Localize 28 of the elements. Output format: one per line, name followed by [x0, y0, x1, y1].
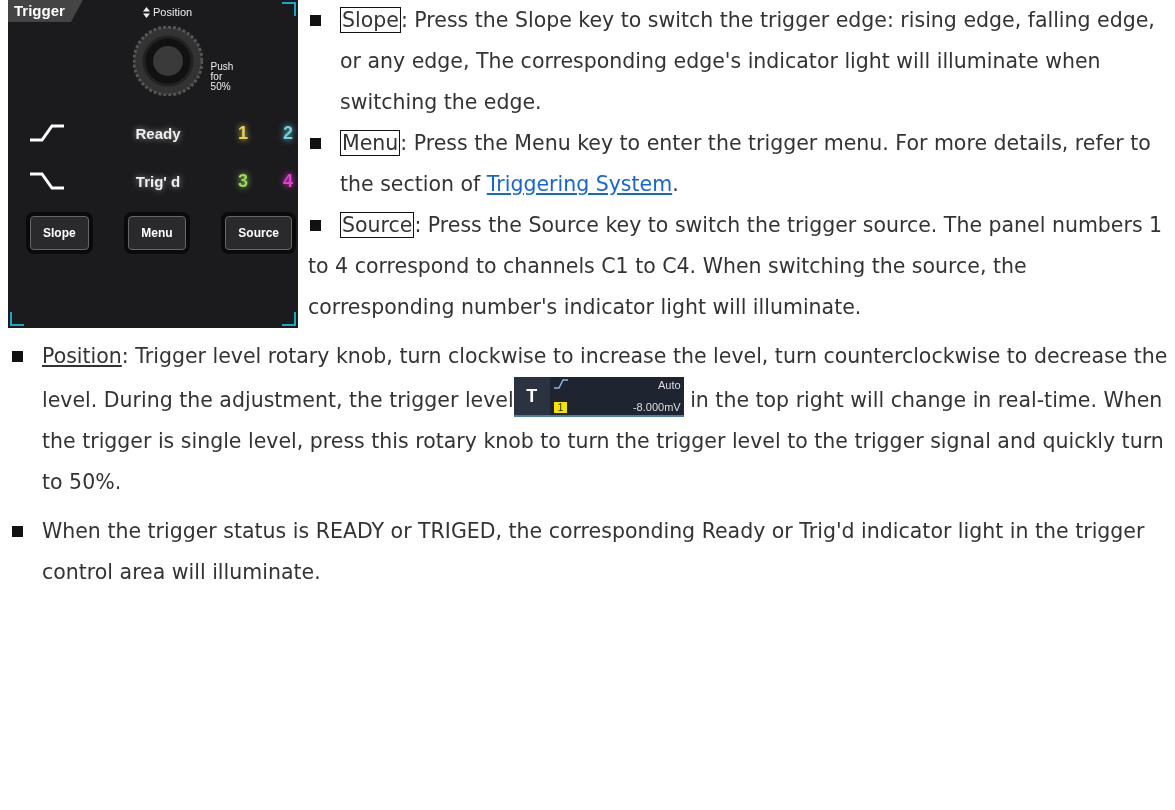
corner-bracket: [10, 312, 24, 326]
knob-label: Position: [153, 6, 193, 18]
push-label: Push for 50%: [210, 62, 234, 94]
channel-number: 4: [282, 170, 294, 192]
panel-title: Trigger: [8, 0, 83, 22]
status-label: Trig' d: [134, 172, 182, 190]
source-badge: 1: [553, 402, 568, 413]
rotary-knob-icon: [132, 26, 203, 96]
section-link[interactable]: Triggering System: [486, 172, 673, 196]
bullet-icon: [310, 138, 321, 149]
paragraph-text: When the trigger status is READY or TRIGED, the corresponding Ready or Trig'd indicator light in the trigger control area will illuminate.: [42, 518, 1146, 586]
channel-number: 2: [282, 122, 294, 144]
status-label: Ready: [134, 124, 182, 142]
corner-bracket: [282, 2, 296, 16]
corner-bracket: [282, 312, 296, 326]
bullet-icon: [12, 526, 23, 537]
bullet-icon: [12, 351, 23, 362]
paragraph-text: Menu: Press the Menu key to enter the trigger menu. For more details, refer to the section of Triggering System.: [340, 129, 1152, 198]
trigger-mode: Auto: [658, 379, 681, 391]
paragraph-text: Slope: Press the Slope key to switch the trigger edge: rising edge, falling edge, or any edge, The corresponding edge's indicator light will illuminate when switching the edge.: [340, 6, 1156, 116]
rising-edge-icon: [553, 379, 568, 389]
channel-number: 1: [237, 122, 249, 144]
trigger-level: -8.000mV: [632, 401, 681, 413]
up-down-arrow-icon: [143, 6, 150, 18]
bullet-icon: [310, 15, 321, 26]
trigger-label: T: [513, 377, 550, 415]
channel-number: 3: [237, 170, 249, 192]
bullet-icon: [310, 220, 321, 231]
